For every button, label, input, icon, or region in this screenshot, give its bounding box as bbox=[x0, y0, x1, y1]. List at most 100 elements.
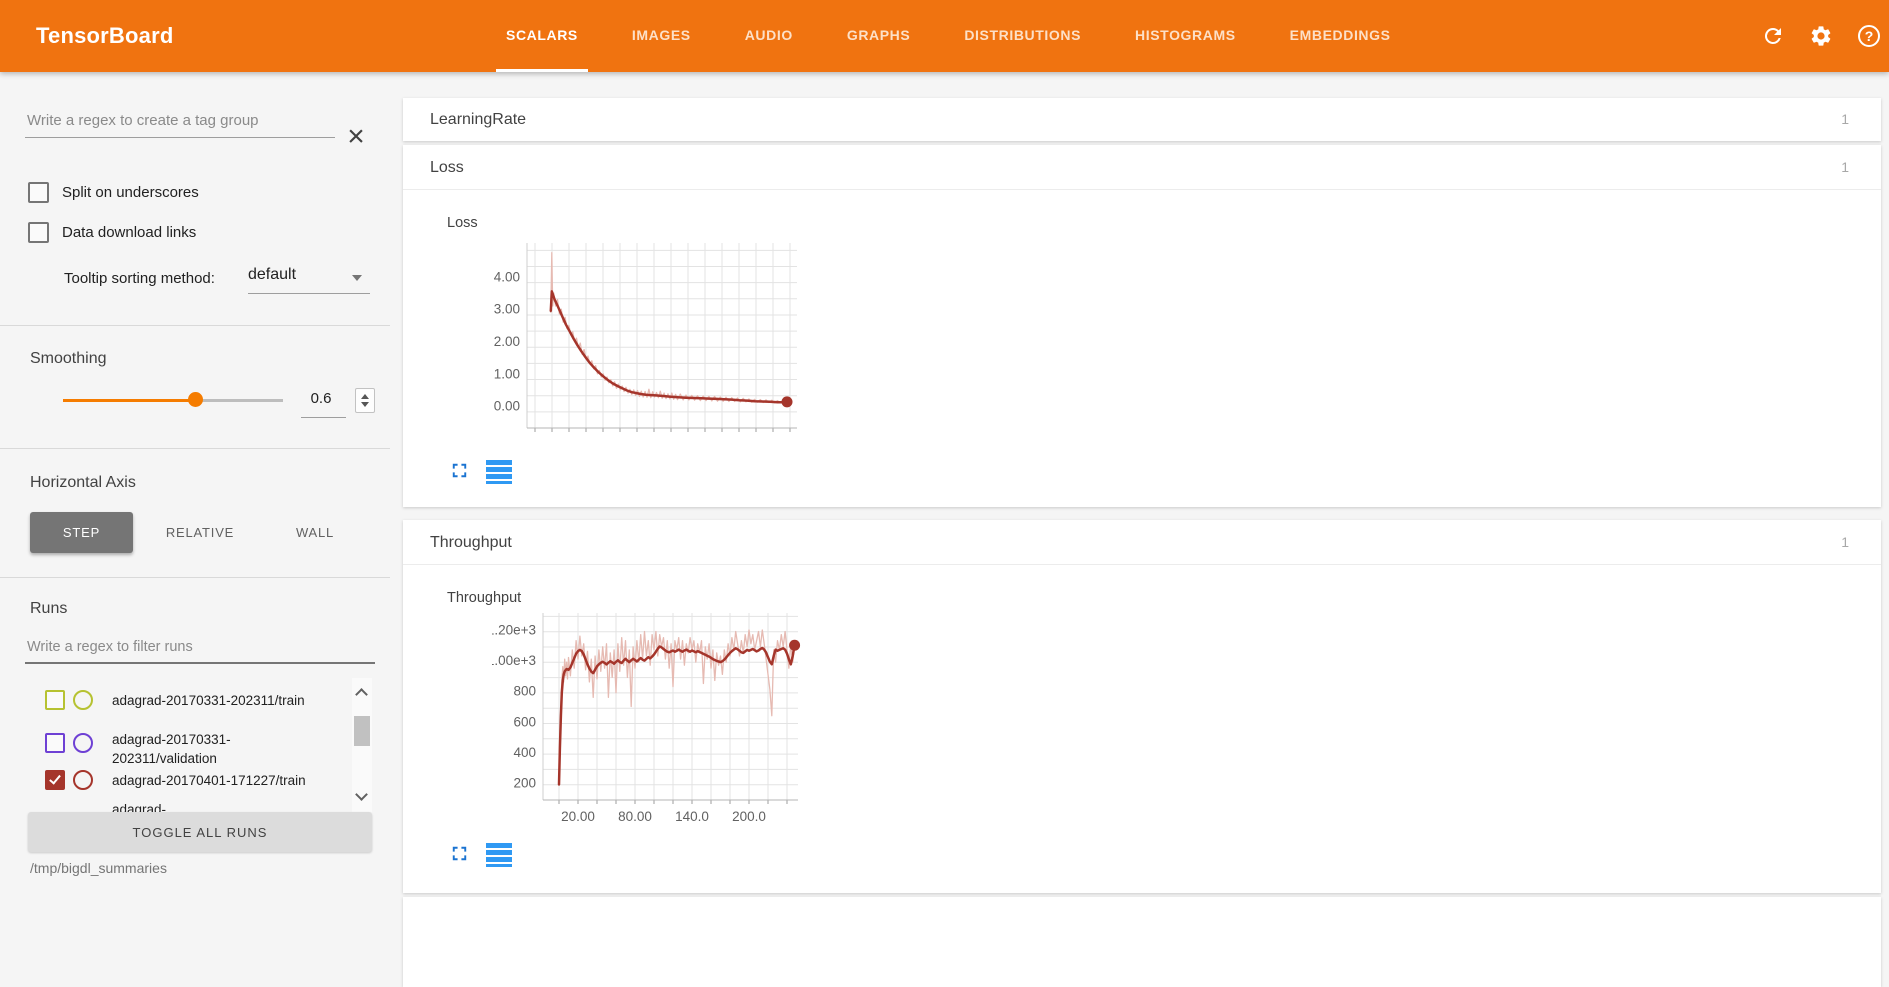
menu-lines-icon bbox=[486, 460, 512, 486]
gear-icon bbox=[1809, 24, 1833, 48]
tab-distributions[interactable]: DISTRIBUTIONS bbox=[954, 0, 1091, 72]
menu-lines-icon bbox=[486, 843, 512, 869]
tab-histograms[interactable]: HISTOGRAMS bbox=[1125, 0, 1246, 72]
sidebar: × Split on underscores Data download lin… bbox=[0, 72, 390, 907]
chevron-down-icon[interactable] bbox=[352, 275, 362, 281]
run-row[interactable]: adagrad-20170331-202311/train bbox=[0, 688, 352, 730]
toggle-runs-button[interactable] bbox=[486, 842, 510, 866]
axis-step-button[interactable]: STEP bbox=[30, 512, 133, 553]
chart-title-throughput: Throughput bbox=[447, 590, 521, 606]
slider-thumb[interactable] bbox=[188, 392, 203, 407]
svg-text:80.00: 80.00 bbox=[618, 809, 652, 824]
tab-embeddings[interactable]: EMBEDDINGS bbox=[1280, 0, 1401, 72]
smoothing-stepper[interactable] bbox=[355, 388, 375, 413]
app-title: TensorBoard bbox=[36, 0, 173, 72]
svg-text:3.00: 3.00 bbox=[494, 302, 520, 317]
checkbox-label: Data download links bbox=[62, 224, 196, 241]
section-header-learningrate[interactable]: LearningRate 1 bbox=[403, 98, 1881, 141]
svg-text:400: 400 bbox=[513, 745, 536, 760]
run-label: adagrad-20170401-171227/train bbox=[112, 771, 347, 790]
clear-regex-icon[interactable]: × bbox=[342, 122, 370, 152]
smoothing-underline bbox=[301, 417, 346, 418]
svg-text:1.20e+3: 1.20e+3 bbox=[492, 622, 536, 637]
select-underline bbox=[248, 293, 370, 294]
appbar-actions: ? bbox=[1761, 0, 1881, 72]
tab-scalars[interactable]: SCALARS bbox=[496, 0, 588, 72]
scrollbar-thumb[interactable] bbox=[354, 716, 370, 746]
fullscreen-button[interactable] bbox=[448, 842, 472, 866]
checkbox-icon bbox=[28, 182, 49, 203]
run-color-circle[interactable] bbox=[73, 770, 93, 790]
tooltip-sorting-label: Tooltip sorting method: bbox=[64, 270, 215, 287]
section-count: 1 bbox=[1841, 98, 1849, 141]
stepper-up-icon[interactable] bbox=[361, 394, 369, 399]
section-header-throughput[interactable]: Throughput 1 bbox=[403, 520, 1881, 565]
run-list: adagrad-20170331-202311/train adagrad-20… bbox=[0, 676, 390, 812]
tab-graphs[interactable]: GRAPHS bbox=[837, 0, 921, 72]
svg-text:20.00: 20.00 bbox=[561, 809, 595, 824]
checkbox-label: Split on underscores bbox=[62, 184, 199, 201]
smoothing-value[interactable]: 0.6 bbox=[300, 390, 342, 407]
tooltip-sorting-select[interactable]: default bbox=[248, 266, 296, 284]
section-title: Throughput bbox=[430, 520, 512, 565]
divider bbox=[0, 577, 390, 578]
run-regex-input[interactable] bbox=[25, 632, 375, 664]
logdir-path: /tmp/bigdl_summaries bbox=[30, 860, 167, 876]
chart-title-loss: Loss bbox=[447, 215, 478, 231]
svg-text:200: 200 bbox=[513, 776, 536, 791]
svg-text:4.00: 4.00 bbox=[494, 269, 520, 284]
runs-label: Runs bbox=[30, 600, 67, 618]
settings-button[interactable] bbox=[1809, 24, 1833, 48]
loss-chart[interactable]: 0.001.002.003.004.00 bbox=[492, 240, 802, 440]
chart-actions bbox=[448, 842, 510, 866]
section-title: LearningRate bbox=[430, 98, 526, 141]
svg-text:600: 600 bbox=[513, 714, 536, 729]
fullscreen-button[interactable] bbox=[448, 459, 472, 483]
axis-relative-button[interactable]: RELATIVE bbox=[145, 512, 255, 553]
run-list-scrollbar[interactable] bbox=[352, 678, 372, 812]
fullscreen-icon bbox=[448, 459, 471, 482]
section-header-loss[interactable]: Loss 1 bbox=[403, 145, 1881, 190]
svg-text:200.0: 200.0 bbox=[732, 809, 766, 824]
svg-text:0.00: 0.00 bbox=[494, 399, 520, 414]
smoothing-slider[interactable] bbox=[63, 399, 283, 402]
divider bbox=[0, 325, 390, 326]
run-row-partial[interactable]: adagrad- bbox=[0, 800, 352, 812]
toggle-runs-button[interactable] bbox=[486, 459, 510, 483]
scroll-up-icon[interactable] bbox=[355, 688, 368, 701]
run-label: adagrad- bbox=[112, 800, 347, 812]
axis-wall-button[interactable]: WALL bbox=[267, 512, 363, 553]
scroll-down-icon[interactable] bbox=[355, 788, 368, 801]
svg-text:2.00: 2.00 bbox=[494, 334, 520, 349]
section-learningrate: LearningRate 1 bbox=[403, 98, 1881, 141]
run-checkbox[interactable] bbox=[45, 770, 65, 790]
horizontal-axis-label: Horizontal Axis bbox=[30, 474, 136, 492]
svg-text:1.00e+3: 1.00e+3 bbox=[492, 653, 536, 668]
section-next-partial[interactable] bbox=[403, 897, 1881, 987]
section-throughput: Throughput 1 Throughput 200 400 600 800 1.00… bbox=[403, 520, 1881, 893]
tag-regex-input[interactable] bbox=[25, 104, 335, 138]
refresh-icon bbox=[1761, 24, 1785, 48]
svg-text:800: 800 bbox=[513, 684, 536, 699]
run-checkbox[interactable] bbox=[45, 733, 65, 753]
section-title: Loss bbox=[430, 145, 464, 190]
run-checkbox[interactable] bbox=[45, 690, 65, 710]
main-content: LearningRate 1 Loss 1 Loss 0.001.002.003… bbox=[403, 72, 1881, 907]
tab-bar: SCALARS IMAGES AUDIO GRAPHS DISTRIBUTION… bbox=[496, 0, 1401, 72]
check-icon bbox=[49, 772, 61, 784]
tab-images[interactable]: IMAGES bbox=[622, 0, 701, 72]
run-color-circle[interactable] bbox=[73, 733, 93, 753]
svg-text:140.0: 140.0 bbox=[675, 809, 709, 824]
tab-audio[interactable]: AUDIO bbox=[735, 0, 803, 72]
throughput-chart[interactable]: 200 400 600 800 1.00e+3 1.20e+3 20.00 80.00 140.… bbox=[492, 610, 802, 830]
toggle-all-runs-button[interactable]: TOGGLE ALL RUNS bbox=[28, 812, 372, 852]
section-count: 1 bbox=[1841, 520, 1849, 565]
fullscreen-icon bbox=[448, 842, 471, 865]
slider-fill bbox=[63, 399, 195, 402]
run-label: adagrad-20170331-202311/train bbox=[112, 691, 347, 710]
stepper-down-icon[interactable] bbox=[361, 402, 369, 407]
refresh-button[interactable] bbox=[1761, 24, 1785, 48]
run-color-circle[interactable] bbox=[73, 690, 93, 710]
section-loss: Loss 1 Loss 0.001.002.003.004.00 bbox=[403, 145, 1881, 507]
help-button[interactable]: ? bbox=[1857, 24, 1881, 48]
